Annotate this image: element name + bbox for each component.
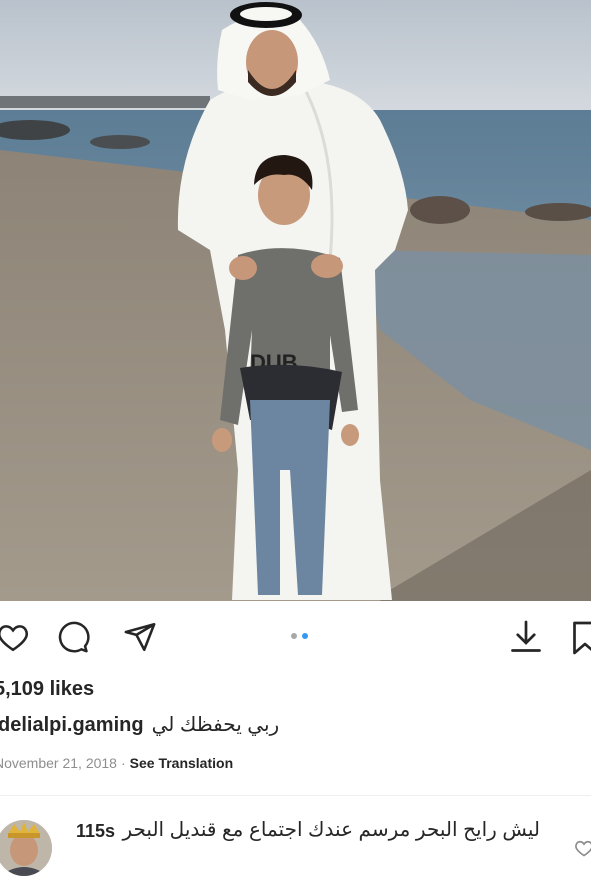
heart-icon[interactable] xyxy=(0,620,30,654)
post-photo[interactable]: DUB xyxy=(0,0,591,601)
meta-separator: · xyxy=(120,755,126,771)
post-date: November 21, 2018 xyxy=(0,755,117,771)
comment-icon[interactable] xyxy=(56,620,90,654)
comment-text: ليش رايح البحر مرسم عندك اجتماع مع قنديل… xyxy=(122,819,540,841)
send-icon[interactable] xyxy=(123,620,157,654)
see-translation-link[interactable]: See Translation xyxy=(130,755,233,771)
caption-text: ربي يحفظك لي xyxy=(151,714,280,736)
divider xyxy=(0,795,591,796)
comment-time: 115s xyxy=(76,821,116,841)
like-count[interactable]: 5,109 likes xyxy=(0,678,94,701)
avatar-image xyxy=(0,820,52,876)
avatar[interactable] xyxy=(0,820,52,876)
carousel-dot-active xyxy=(302,633,308,639)
post-meta: November 21, 2018 · See Translation xyxy=(0,755,233,771)
bookmark-icon[interactable] xyxy=(570,619,591,657)
carousel-dot xyxy=(291,633,297,639)
caption-username[interactable]: delialpi.gaming xyxy=(0,714,144,736)
beach-photo: DUB xyxy=(0,0,591,601)
comment-heart-icon[interactable] xyxy=(574,838,591,858)
carousel-indicator xyxy=(289,633,311,641)
download-icon[interactable] xyxy=(508,618,544,656)
post-caption: delialpi.gaming ربي يحفظك لي xyxy=(0,712,279,737)
